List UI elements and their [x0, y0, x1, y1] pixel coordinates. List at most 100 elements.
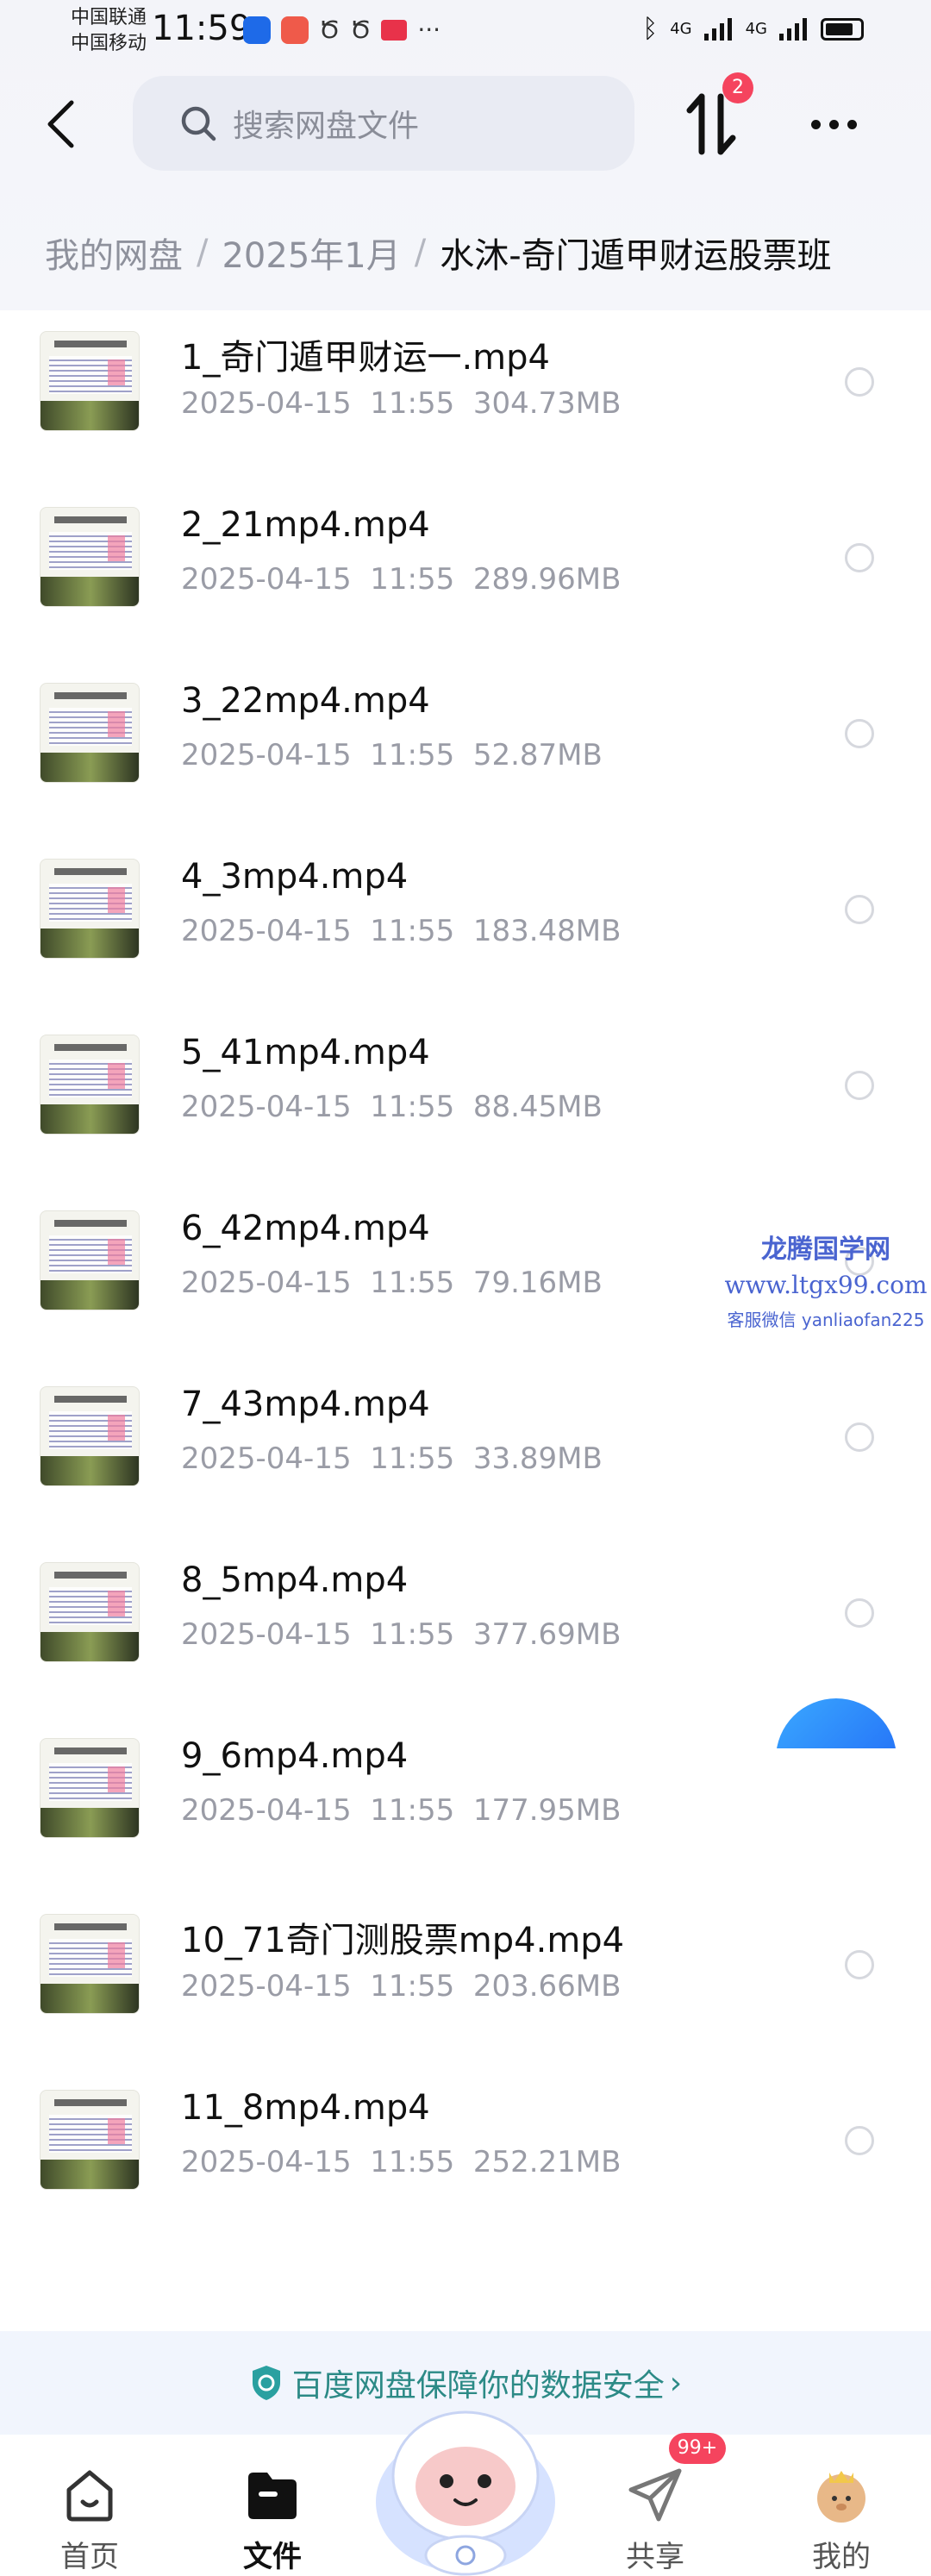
file-row[interactable]: 2_21mp4.mp4 2025-04-15 11:55 289.96MB — [0, 490, 931, 666]
file-size: 289.96MB — [472, 562, 622, 597]
video-thumbnail — [40, 2090, 140, 2190]
file-date: 2025-04-15 — [181, 1441, 352, 1476]
file-size: 183.48MB — [472, 914, 622, 948]
file-name: 1_奇门遁甲财运一.mp4 — [181, 338, 550, 378]
video-thumbnail — [40, 331, 140, 431]
nav-share-label: 共享 — [626, 2540, 684, 2574]
search-input[interactable]: 搜索网盘文件 — [133, 76, 634, 171]
file-meta: 2025-04-15 11:55 183.48MB — [181, 914, 621, 948]
carrier-info: 中国联通 中国移动 — [71, 5, 147, 57]
back-button[interactable] — [34, 93, 86, 155]
breadcrumb-middle[interactable]: 2025年1月 — [222, 228, 400, 278]
file-row[interactable]: 1_奇门遁甲财运一.mp4 2025-04-15 11:55 304.73MB — [0, 314, 931, 490]
file-row[interactable]: 3_22mp4.mp4 2025-04-15 11:55 52.87MB — [0, 666, 931, 841]
search-icon — [181, 106, 216, 141]
bluetooth-icon: ᛒ — [642, 14, 659, 44]
nav-mine[interactable]: 我的 — [772, 2447, 910, 2576]
video-thumbnail — [40, 1738, 140, 1838]
file-name: 2_21mp4.mp4 — [181, 505, 430, 545]
select-checkbox[interactable] — [845, 1071, 874, 1100]
file-time: 11:55 — [370, 1441, 455, 1476]
select-checkbox[interactable] — [845, 543, 874, 572]
file-name: 7_43mp4.mp4 — [181, 1385, 430, 1424]
file-date: 2025-04-15 — [181, 386, 352, 421]
file-meta: 2025-04-15 11:55 289.96MB — [181, 562, 621, 597]
breadcrumb-separator: / — [197, 233, 209, 272]
file-date: 2025-04-15 — [181, 738, 352, 772]
app-notification-icon: Ծ — [319, 16, 341, 44]
file-row[interactable]: 11_8mp4.mp4 2025-04-15 11:55 252.21MB — [0, 2073, 931, 2248]
select-checkbox[interactable] — [845, 1598, 874, 1628]
network-type-1: 4G — [670, 20, 692, 38]
nav-share[interactable]: 共享 — [586, 2447, 724, 2576]
select-checkbox[interactable] — [845, 1950, 874, 1979]
file-meta: 2025-04-15 11:55 252.21MB — [181, 2145, 621, 2179]
video-thumbnail — [40, 1386, 140, 1486]
file-meta: 2025-04-15 11:55 304.73MB — [181, 386, 621, 421]
transfer-count-badge: 2 — [722, 72, 753, 103]
select-checkbox[interactable] — [845, 1422, 874, 1452]
notification-icons: Ծ Ծ ··· — [243, 16, 441, 44]
file-row[interactable]: 8_5mp4.mp4 2025-04-15 11:55 377.69MB — [0, 1545, 931, 1721]
file-time: 11:55 — [370, 1266, 455, 1300]
network-type-2: 4G — [745, 20, 767, 38]
file-time: 11:55 — [370, 386, 455, 421]
file-meta: 2025-04-15 11:55 33.89MB — [181, 1441, 603, 1476]
dot — [828, 119, 839, 129]
watermark-contact: 客服微信 yanliaofan225 — [727, 1310, 925, 1330]
carrier-1: 中国联通 — [71, 7, 147, 28]
file-size: 377.69MB — [472, 1617, 622, 1652]
nav-home[interactable]: 首页 — [21, 2447, 159, 2576]
search-placeholder: 搜索网盘文件 — [233, 109, 420, 144]
file-row[interactable]: 4_3mp4.mp4 2025-04-15 11:55 183.48MB — [0, 841, 931, 1017]
file-time: 11:55 — [370, 562, 455, 597]
nav-files[interactable]: 文件 — [203, 2447, 341, 2576]
carrier-2: 中国移动 — [71, 33, 147, 54]
folder-icon — [248, 2473, 297, 2519]
breadcrumb-root[interactable]: 我的网盘 — [45, 228, 183, 278]
select-checkbox[interactable] — [845, 895, 874, 924]
system-status-icons: ᛒ 4G 4G — [642, 14, 864, 44]
signal-icon — [703, 17, 732, 41]
file-meta: 2025-04-15 11:55 88.45MB — [181, 1090, 603, 1124]
file-date: 2025-04-15 — [181, 1969, 352, 2004]
shield-icon — [252, 2366, 280, 2400]
file-name: 10_71奇门测股票mp4.mp4 — [181, 1921, 625, 1960]
nav-home-label: 首页 — [60, 2540, 119, 2574]
file-size: 177.95MB — [472, 1793, 622, 1828]
select-checkbox[interactable] — [845, 367, 874, 397]
avatar-icon — [817, 2471, 865, 2523]
watermark: 龙腾国学网 www.ltgx99.com 客服微信 yanliaofan225 — [722, 1228, 929, 1331]
mascot-assistant-button[interactable] — [371, 2373, 560, 2576]
file-row[interactable]: 10_71奇门测股票mp4.mp4 2025-04-15 11:55 203.6… — [0, 1897, 931, 2073]
file-time: 11:55 — [370, 1617, 455, 1652]
signal-icon — [779, 17, 807, 41]
chevron-left-icon — [47, 100, 74, 148]
video-thumbnail — [40, 507, 140, 607]
file-name: 8_5mp4.mp4 — [181, 1560, 409, 1600]
select-checkbox[interactable] — [845, 719, 874, 748]
file-row[interactable]: 7_43mp4.mp4 2025-04-15 11:55 33.89MB — [0, 1369, 931, 1545]
file-meta: 2025-04-15 11:55 177.95MB — [181, 1793, 621, 1828]
file-time: 11:55 — [370, 914, 455, 948]
nav-files-label: 文件 — [243, 2540, 302, 2574]
video-thumbnail — [40, 859, 140, 959]
select-checkbox[interactable] — [845, 2126, 874, 2155]
file-meta: 2025-04-15 11:55 377.69MB — [181, 1617, 621, 1652]
file-size: 203.66MB — [472, 1969, 622, 2004]
file-name: 3_22mp4.mp4 — [181, 681, 430, 721]
file-size: 304.73MB — [472, 386, 622, 421]
file-name: 11_8mp4.mp4 — [181, 2088, 430, 2128]
file-meta: 2025-04-15 11:55 52.87MB — [181, 738, 603, 772]
watermark-url: www.ltgx99.com — [724, 1271, 928, 1299]
file-date: 2025-04-15 — [181, 914, 352, 948]
home-icon — [66, 2470, 113, 2522]
file-time: 11:55 — [370, 2145, 455, 2179]
file-date: 2025-04-15 — [181, 1793, 352, 1828]
more-options-button[interactable] — [803, 107, 864, 141]
file-name: 5_41mp4.mp4 — [181, 1033, 430, 1072]
app-notification-icon — [243, 16, 271, 44]
file-row[interactable]: 5_41mp4.mp4 2025-04-15 11:55 88.45MB — [0, 1017, 931, 1193]
file-name: 9_6mp4.mp4 — [181, 1736, 409, 1776]
breadcrumb: 我的网盘 / 2025年1月 / 水沐-奇门遁甲财运股票班 — [45, 228, 832, 278]
